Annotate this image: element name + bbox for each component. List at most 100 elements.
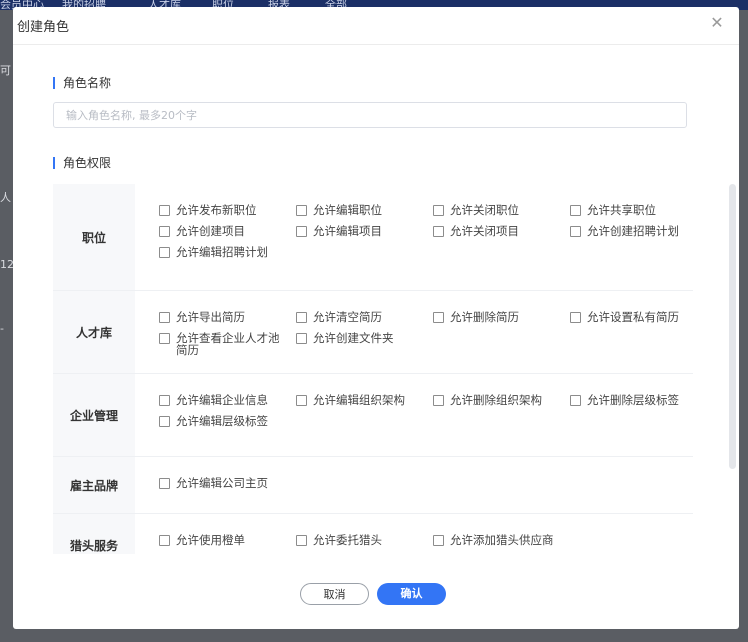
permission-checkbox[interactable] (570, 226, 581, 237)
permission-option-label: 允许发布新职位 (176, 203, 257, 217)
permission-option[interactable]: 允许委托猎头 (296, 534, 433, 546)
permission-checkbox[interactable] (159, 312, 170, 323)
permission-option-label: 允许删除层级标签 (587, 393, 679, 407)
permission-options: 允许发布新职位 允许编辑职位 允许关闭职位 允许共享职位允许创建项目 允许编辑项目 允许关… (135, 184, 693, 290)
close-icon[interactable]: ✕ (709, 15, 725, 31)
permission-options: 允许编辑企业信息 允许编辑组织架构 允许删除组织架构 允许删除层级标签允许编辑层级标签 (135, 374, 693, 456)
permission-checkbox[interactable] (296, 226, 307, 237)
permission-option-label: 允许编辑公司主页 (176, 476, 268, 490)
permission-option[interactable]: 允许编辑项目 (296, 225, 433, 237)
background-fragment: 可 (0, 64, 11, 77)
permission-option[interactable]: 允许创建文件夹 (296, 332, 433, 356)
permission-option[interactable]: 允许设置私有简历 (570, 311, 693, 323)
permission-checkbox[interactable] (433, 312, 444, 323)
permission-option-label: 允许编辑职位 (313, 203, 382, 217)
permission-option[interactable]: 允许编辑层级标签 (159, 415, 296, 427)
permission-option-label: 允许添加猎头供应商 (450, 533, 554, 547)
background-fragment: 12 (0, 258, 14, 271)
permission-checkbox[interactable] (433, 205, 444, 216)
permission-group-row: 人才库 允许导出简历 允许清空简历 允许删除简历 允许设置私有简历允许查看企业人才池简历… (53, 291, 693, 374)
permission-group-name: 职位 (53, 184, 135, 290)
permission-option[interactable]: 允许创建招聘计划 (570, 225, 693, 237)
permission-option[interactable]: 允许关闭职位 (433, 204, 570, 216)
permission-checkbox[interactable] (159, 205, 170, 216)
background-fragment: - (0, 322, 4, 335)
permission-group-row: 企业管理 允许编辑企业信息 允许编辑组织架构 允许删除组织架构 允许删除层级标签 允许编辑… (53, 374, 693, 457)
permission-option[interactable]: 允许使用橙单 (159, 534, 296, 546)
permission-option-label: 允许设置私有简历 (587, 310, 679, 324)
permission-checkbox[interactable] (296, 312, 307, 323)
permission-option-label: 允许编辑招聘计划 (176, 245, 268, 259)
permission-option-label: 允许导出简历 (176, 310, 245, 324)
permission-options: 允许使用橙单 允许委托猎头 允许添加猎头供应商 (135, 514, 693, 554)
permission-option-label: 允许使用橙单 (176, 533, 245, 547)
permission-checkbox[interactable] (433, 535, 444, 546)
permission-option-label: 允许关闭项目 (450, 224, 519, 238)
permission-option[interactable]: 允许关闭项目 (433, 225, 570, 237)
role-name-input[interactable] (53, 102, 687, 128)
permission-checkbox[interactable] (433, 395, 444, 406)
permission-checkbox[interactable] (159, 247, 170, 258)
permission-option-label: 允许编辑企业信息 (176, 393, 268, 407)
permission-option-label: 允许创建招聘计划 (587, 224, 679, 238)
permission-option[interactable]: 允许查看企业人才池简历 (159, 332, 296, 356)
permission-option[interactable]: 允许编辑企业信息 (159, 394, 296, 406)
permissions-table: 职位 允许发布新职位 允许编辑职位 允许关闭职位 允许共享职位 允许创建项目 允许编辑项目允… (53, 184, 693, 554)
permission-option-label: 允许清空简历 (313, 310, 382, 324)
permission-option-label: 允许查看企业人才池简历 (176, 331, 280, 357)
dialog-title: 创建角色 (17, 20, 70, 35)
permission-checkbox[interactable] (296, 333, 307, 344)
permission-checkbox[interactable] (570, 395, 581, 406)
permission-option-label: 允许关闭职位 (450, 203, 519, 217)
permission-checkbox[interactable] (159, 395, 170, 406)
permission-checkbox[interactable] (159, 416, 170, 427)
permission-option[interactable]: 允许删除组织架构 (433, 394, 570, 406)
permission-option-label: 允许删除组织架构 (450, 393, 542, 407)
permission-option[interactable]: 允许编辑职位 (296, 204, 433, 216)
permission-option-label: 允许委托猎头 (313, 533, 382, 547)
permission-options: 允许导出简历 允许清空简历 允许删除简历 允许设置私有简历允许查看企业人才池简历 允许创… (135, 291, 693, 373)
permission-option[interactable]: 允许发布新职位 (159, 204, 296, 216)
permission-checkbox[interactable] (159, 535, 170, 546)
dialog-header: 创建角色 ✕ (13, 7, 739, 45)
permission-option[interactable]: 允许创建项目 (159, 225, 296, 237)
permission-option[interactable]: 允许编辑招聘计划 (159, 246, 296, 258)
role-permissions-label: 角色权限 (53, 157, 111, 169)
permission-checkbox[interactable] (296, 395, 307, 406)
permission-option[interactable]: 允许编辑组织架构 (296, 394, 433, 406)
permission-option-label: 允许删除简历 (450, 310, 519, 324)
permission-group-row: 猎头服务 允许使用橙单 允许委托猎头 允许添加猎头供应商 (53, 514, 693, 554)
permission-option[interactable]: 允许删除层级标签 (570, 394, 693, 406)
permission-group-name: 企业管理 (53, 374, 135, 456)
permission-group-name: 雇主品牌 (53, 457, 135, 513)
permission-group-row: 职位 允许发布新职位 允许编辑职位 允许关闭职位 允许共享职位 允许创建项目 允许编辑项目允… (53, 184, 693, 291)
permission-options: 允许编辑公司主页 (135, 457, 693, 513)
permission-checkbox[interactable] (570, 312, 581, 323)
background-fragment: 人 (0, 191, 11, 204)
permission-option[interactable]: 允许清空简历 (296, 311, 433, 323)
permission-option[interactable]: 允许删除简历 (433, 311, 570, 323)
permission-checkbox[interactable] (159, 333, 170, 344)
cancel-button[interactable]: 取消 (300, 583, 369, 605)
permission-checkbox[interactable] (296, 535, 307, 546)
confirm-button[interactable]: 确认 (377, 583, 446, 605)
permission-option-label: 允许创建文件夹 (313, 331, 394, 345)
permission-group-name: 猎头服务 (53, 514, 135, 554)
permission-option[interactable]: 允许共享职位 (570, 204, 693, 216)
permission-option-label: 允许编辑组织架构 (313, 393, 405, 407)
permission-option-label: 允许创建项目 (176, 224, 245, 238)
role-name-label: 角色名称 (53, 77, 111, 89)
permission-option[interactable]: 允许编辑公司主页 (159, 477, 296, 489)
permission-group-name: 人才库 (53, 291, 135, 373)
create-role-dialog: 创建角色 ✕ 角色名称 角色权限 职位允许发布新职位允许编辑职位允许关闭职位允许… (13, 7, 739, 629)
permission-option-label: 允许编辑层级标签 (176, 414, 268, 428)
permission-checkbox[interactable] (159, 226, 170, 237)
permission-option[interactable]: 允许导出简历 (159, 311, 296, 323)
permission-option[interactable]: 允许添加猎头供应商 (433, 534, 570, 546)
permission-option-label: 允许编辑项目 (313, 224, 382, 238)
permission-checkbox[interactable] (159, 478, 170, 489)
permission-checkbox[interactable] (433, 226, 444, 237)
permissions-scrollbar[interactable] (729, 184, 736, 469)
permission-checkbox[interactable] (570, 205, 581, 216)
permission-checkbox[interactable] (296, 205, 307, 216)
